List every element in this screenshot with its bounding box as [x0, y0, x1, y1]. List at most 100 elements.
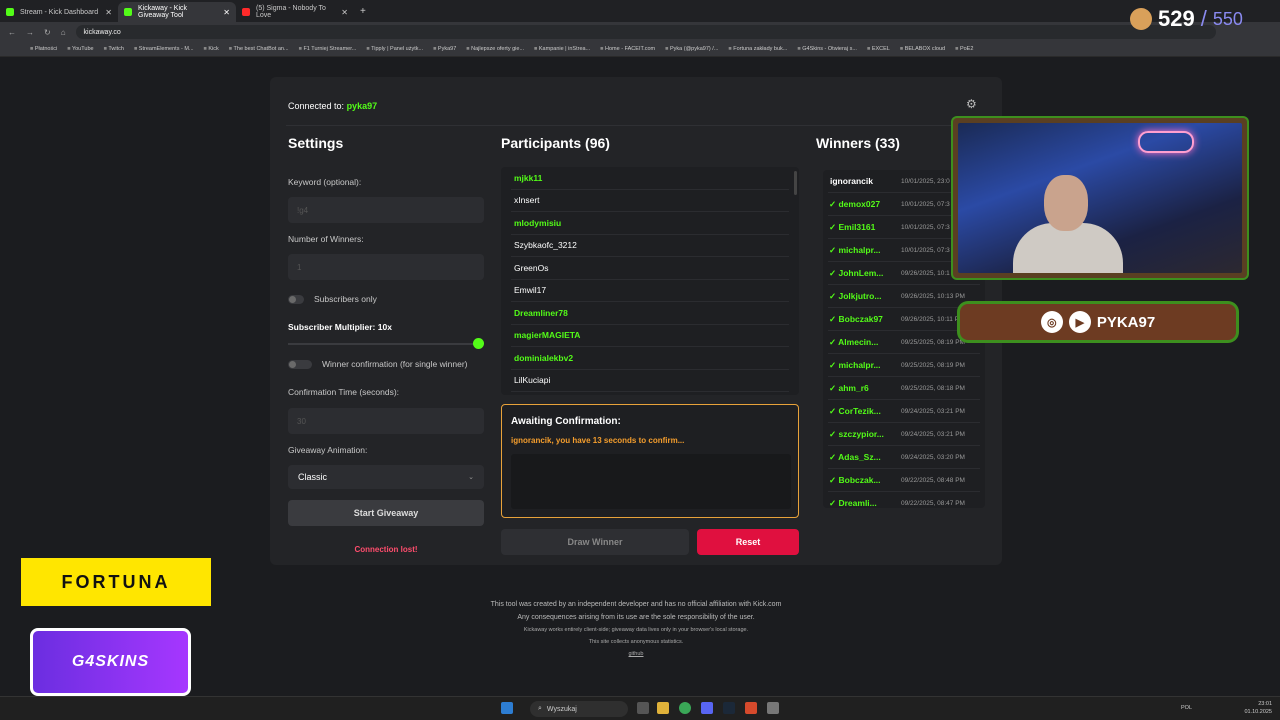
- close-icon[interactable]: ✕: [223, 8, 230, 17]
- bookmark-item[interactable]: G4Skins - Otwieraj s...: [797, 46, 857, 52]
- clock[interactable]: 23:01 01.10.2025: [1244, 700, 1272, 716]
- winner-name: ✓ Adas_Sz...: [829, 451, 881, 462]
- bookmark-item[interactable]: Fortuna zakłady buk...: [728, 46, 787, 52]
- bookmark-item[interactable]: Tipply | Panel użytk...: [366, 46, 423, 52]
- connected-label: Connected to:: [288, 101, 345, 111]
- bookmark-item[interactable]: BELABOX cloud: [900, 46, 945, 52]
- winner-date: 09/22/2025, 08:48 PM: [901, 476, 965, 484]
- multiplier-label: Subscriber Multiplier: 10x: [288, 322, 392, 332]
- footer-responsibility: Any consequences arising from its use ar…: [517, 614, 755, 621]
- start-giveaway-button[interactable]: Start Giveaway: [288, 500, 484, 526]
- winner-date: 09/22/2025, 08:47 PM: [901, 499, 965, 507]
- winner-item: ✓ Almecin... 09/25/2025, 08:19 PM: [828, 331, 980, 354]
- nameplate-text: PYKA97: [1096, 313, 1156, 331]
- participants-list[interactable]: mjkk11 xInsert mlodymisiu Szybkaofc_3212 Gre…: [501, 167, 799, 395]
- winner-date: 10/01/2025, 07:3: [901, 200, 950, 208]
- neon-sign: [1138, 131, 1194, 153]
- close-icon[interactable]: ✕: [105, 8, 112, 17]
- connection-lost-text: Connection lost!: [354, 545, 418, 554]
- winner-date: 10/01/2025, 07:3: [901, 246, 950, 254]
- winner-name: ✓ ahm_r6: [829, 382, 869, 393]
- animation-label: Giveaway Animation:: [288, 445, 368, 455]
- keyword-input[interactable]: !g4: [288, 197, 484, 223]
- animation-select[interactable]: Classic ⌄: [288, 465, 484, 489]
- bookmark-item[interactable]: F1 Turniej Streamer...: [299, 46, 356, 52]
- reload-icon[interactable]: ↻: [44, 28, 51, 37]
- bookmark-item[interactable]: Home - FACEIT.com: [600, 46, 655, 52]
- winner-name: ✓ Emil3161: [829, 221, 876, 232]
- gear-icon[interactable]: ⚙: [966, 97, 977, 111]
- bookmark-item[interactable]: Pyka97: [433, 46, 456, 52]
- app-icon[interactable]: [767, 702, 779, 714]
- winner-name: ✓ JohnLem...: [829, 267, 884, 278]
- slider-knob[interactable]: [473, 338, 484, 349]
- winner-item: ✓ ahm_r6 09/25/2025, 08:18 PM: [828, 377, 980, 400]
- awaiting-message: ignorancik, you have 13 seconds to confi…: [511, 436, 685, 445]
- kickaway-app: Connected to: pyka97 ⚙ Settings Keyword …: [270, 77, 1002, 565]
- language-indicator[interactable]: POL: [1181, 705, 1192, 711]
- chrome-icon[interactable]: [679, 702, 691, 714]
- bookmark-item[interactable]: EXCEL: [867, 46, 890, 52]
- close-icon[interactable]: ✕: [341, 8, 348, 17]
- task-view-icon[interactable]: [637, 702, 649, 714]
- participants-items: mjkk11 xInsert mlodymisiu Szybkaofc_3212 Gre…: [501, 167, 799, 392]
- footer-storage-note: Kickaway works entirely client-side; giv…: [523, 627, 749, 633]
- draw-winner-button[interactable]: Draw Winner: [501, 529, 689, 555]
- discord-icon[interactable]: [701, 702, 713, 714]
- tab-kick-dashboard[interactable]: Stream - Kick Dashboard ✕: [0, 2, 118, 22]
- multiplier-slider[interactable]: [288, 338, 484, 349]
- app-icon[interactable]: [745, 702, 757, 714]
- github-link[interactable]: github: [400, 648, 872, 660]
- tab-youtube[interactable]: (5) Sigma - Nobody To Love ✕: [236, 2, 354, 22]
- subscribers-only-toggle[interactable]: [288, 294, 304, 304]
- awaiting-confirmation-panel: Awaiting Confirmation: ignorancik, you h…: [501, 404, 799, 518]
- bookmark-item[interactable]: PoE2: [955, 46, 973, 52]
- bookmark-item[interactable]: Kampanie | inStrea...: [534, 46, 590, 52]
- scrollbar[interactable]: [794, 171, 797, 195]
- steam-icon[interactable]: [723, 702, 735, 714]
- bookmark-item[interactable]: StreamElements - M...: [134, 46, 194, 52]
- bookmark-item[interactable]: The best ChatBot an...: [229, 46, 289, 52]
- bookmark-item[interactable]: YouTube: [67, 46, 94, 52]
- winner-name: ✓ CorTezik...: [829, 405, 881, 416]
- bookmark-item[interactable]: Twitch: [104, 46, 124, 52]
- winner-item: ✓ Dreamli... 09/22/2025, 08:47 PM: [828, 492, 980, 508]
- url-field[interactable]: kickaway.co: [75, 25, 1216, 39]
- kick-icon: [124, 8, 132, 16]
- confirm-time-input[interactable]: 30: [288, 408, 484, 434]
- awaiting-title: Awaiting Confirmation:: [511, 416, 621, 427]
- forward-icon[interactable]: →: [26, 28, 34, 37]
- file-explorer-icon[interactable]: [657, 702, 669, 714]
- winner-name: ✓ Almecin...: [829, 336, 879, 347]
- subscribers-only-row: Subscribers only: [288, 294, 377, 304]
- search-icon: ⌕: [538, 705, 542, 712]
- clock-date: 01.10.2025: [1244, 709, 1272, 715]
- tab-label: (5) Sigma - Nobody To Love: [256, 5, 326, 19]
- winners-count-label: Number of Winners:: [288, 234, 364, 244]
- winner-confirmation-toggle[interactable]: [288, 359, 312, 369]
- bookmark-item[interactable]: Płatności: [30, 46, 57, 52]
- winner-name: ✓ Bobczak...: [829, 474, 881, 485]
- winner-item: ✓ szczypior... 09/24/2025, 03:21 PM: [828, 423, 980, 446]
- bookmarks-bar: Płatności YouTube Twitch StreamElements - M…: [0, 42, 1280, 57]
- tab-kickaway[interactable]: Kickaway - Kick Giveaway Tool ✕: [118, 2, 236, 22]
- winners-count-input[interactable]: 1: [288, 254, 484, 280]
- g4skins-logo: G4SKINS: [30, 628, 191, 696]
- bookmark-item[interactable]: Kick: [204, 46, 218, 52]
- winner-date: 09/25/2025, 08:19 PM: [901, 361, 965, 369]
- windows-start-icon[interactable]: [501, 702, 513, 714]
- back-icon[interactable]: ←: [8, 28, 16, 37]
- home-icon[interactable]: ⌂: [61, 28, 66, 37]
- winner-date: 09/26/2025, 10:13 PM: [901, 292, 965, 300]
- winner-confirmation-label: Winner confirmation (for single winner): [322, 359, 468, 369]
- participant-item: GreenOs: [511, 257, 789, 280]
- webcam-video: [958, 123, 1242, 273]
- viewer-counter: 529 / 550: [1130, 6, 1243, 32]
- taskbar-search[interactable]: ⌕ Wyszukaj: [530, 701, 628, 717]
- new-tab-icon[interactable]: +: [360, 6, 366, 17]
- bookmark-item[interactable]: Najlepsze oferty gie...: [466, 46, 524, 52]
- bookmark-item[interactable]: Pyka (@pyka97) /...: [665, 46, 718, 52]
- winner-item: ✓ Jolkjutro... 09/26/2025, 10:13 PM: [828, 285, 980, 308]
- participant-item: Szybkaofc_3212: [511, 235, 789, 257]
- reset-button[interactable]: Reset: [697, 529, 799, 555]
